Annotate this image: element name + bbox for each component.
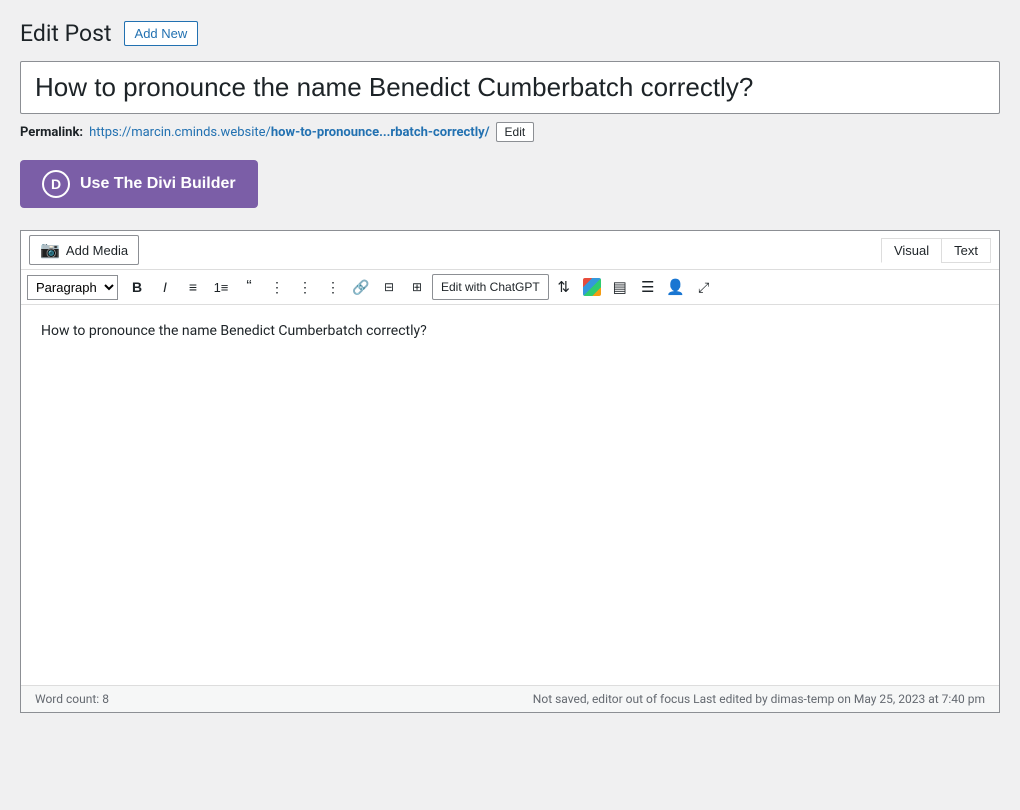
toolbar-extra-1[interactable]: ⇅ [551,274,577,300]
ol-icon: 1≡ [214,280,229,295]
align-center-icon: ⋮ [298,279,312,296]
divi-builder-button[interactable]: D Use The Divi Builder [20,160,258,208]
toolbar-extra-5[interactable]: 👤 [663,274,689,300]
view-tabs: Visual Text [881,238,991,263]
person-icon: 👤 [666,278,685,296]
align-center-button[interactable]: ⋮ [292,274,318,300]
bold-button[interactable]: B [124,274,150,300]
divi-icon: D [42,170,70,198]
toolbar-extra-3[interactable]: ▤ [607,274,633,300]
move-icon: ⇅ [557,278,570,296]
toolbar-extra-4[interactable]: ☰ [635,274,661,300]
align-left-button[interactable]: ⋮ [264,274,290,300]
bold-icon: B [132,279,142,295]
editor-body[interactable]: How to pronounce the name Benedict Cumbe… [21,305,999,685]
tab-text[interactable]: Text [941,238,991,263]
align-left-icon: ⋮ [270,279,284,296]
italic-button[interactable]: I [152,274,178,300]
link-icon: 🔗 [352,279,369,296]
unordered-list-button[interactable]: ≡ [180,274,206,300]
post-title-box [20,61,1000,114]
add-media-button[interactable]: 📷 Add Media [29,235,139,265]
ul-icon: ≡ [189,279,197,295]
fullscreen-button[interactable]: ⤢ [691,274,717,300]
editor-footer: Word count: 8 Not saved, editor out of f… [21,685,999,712]
paragraph-select[interactable]: Paragraph [27,275,118,300]
permalink-slug: how-to-pronounce...rbatch-correctly/ [271,125,490,140]
word-count: Word count: 8 [35,692,109,706]
table-button[interactable]: ⊞ [404,274,430,300]
word-count-value: 8 [102,692,109,706]
lines-icon: ☰ [641,278,654,296]
blockquote-icon: “ [246,278,251,296]
add-media-label: Add Media [66,243,128,258]
permalink-row: Permalink: https://marcin.cminds.website… [20,122,1000,142]
post-title-input[interactable] [21,62,999,113]
ordered-list-button[interactable]: 1≡ [208,274,234,300]
blockquote-button[interactable]: “ [236,274,262,300]
italic-icon: I [163,279,167,295]
tab-visual[interactable]: Visual [881,238,941,263]
page-header: Edit Post Add New [20,20,1000,47]
link-button[interactable]: 🔗 [348,274,374,300]
fullscreen-icon: ⤢ [698,279,709,296]
unlink-button[interactable]: ⊟ [376,274,402,300]
permalink-label: Permalink: [20,125,83,140]
align-right-icon: ⋮ [326,279,340,296]
table-icon: ⊞ [412,280,422,294]
page-title: Edit Post [20,20,112,47]
divi-builder-label: Use The Divi Builder [80,175,236,193]
editor-toolbar: Paragraph B I ≡ 1≡ “ ⋮ ⋮ [21,270,999,305]
edit-slug-button[interactable]: Edit [496,122,535,142]
permalink-url[interactable]: https://marcin.cminds.website/how-to-pro… [89,125,489,140]
add-new-button[interactable]: Add New [124,21,199,46]
editor-status: Not saved, editor out of focus Last edit… [533,692,985,706]
add-media-icon: 📷 [40,240,60,260]
align-right-button[interactable]: ⋮ [320,274,346,300]
layout-icon: ▤ [613,278,627,296]
word-count-label: Word count: [35,692,99,706]
toolbar-extra-2[interactable] [579,274,605,300]
editor-top-bar: 📷 Add Media Visual Text [21,231,999,270]
chatgpt-button[interactable]: Edit with ChatGPT [432,274,549,300]
unlink-icon: ⊟ [384,280,394,294]
colorful-icon [583,278,601,296]
editor-container: 📷 Add Media Visual Text Paragraph B I ≡ [20,230,1000,713]
editor-content: How to pronounce the name Benedict Cumbe… [41,323,427,339]
permalink-base: https://marcin.cminds.website/ [89,125,271,140]
